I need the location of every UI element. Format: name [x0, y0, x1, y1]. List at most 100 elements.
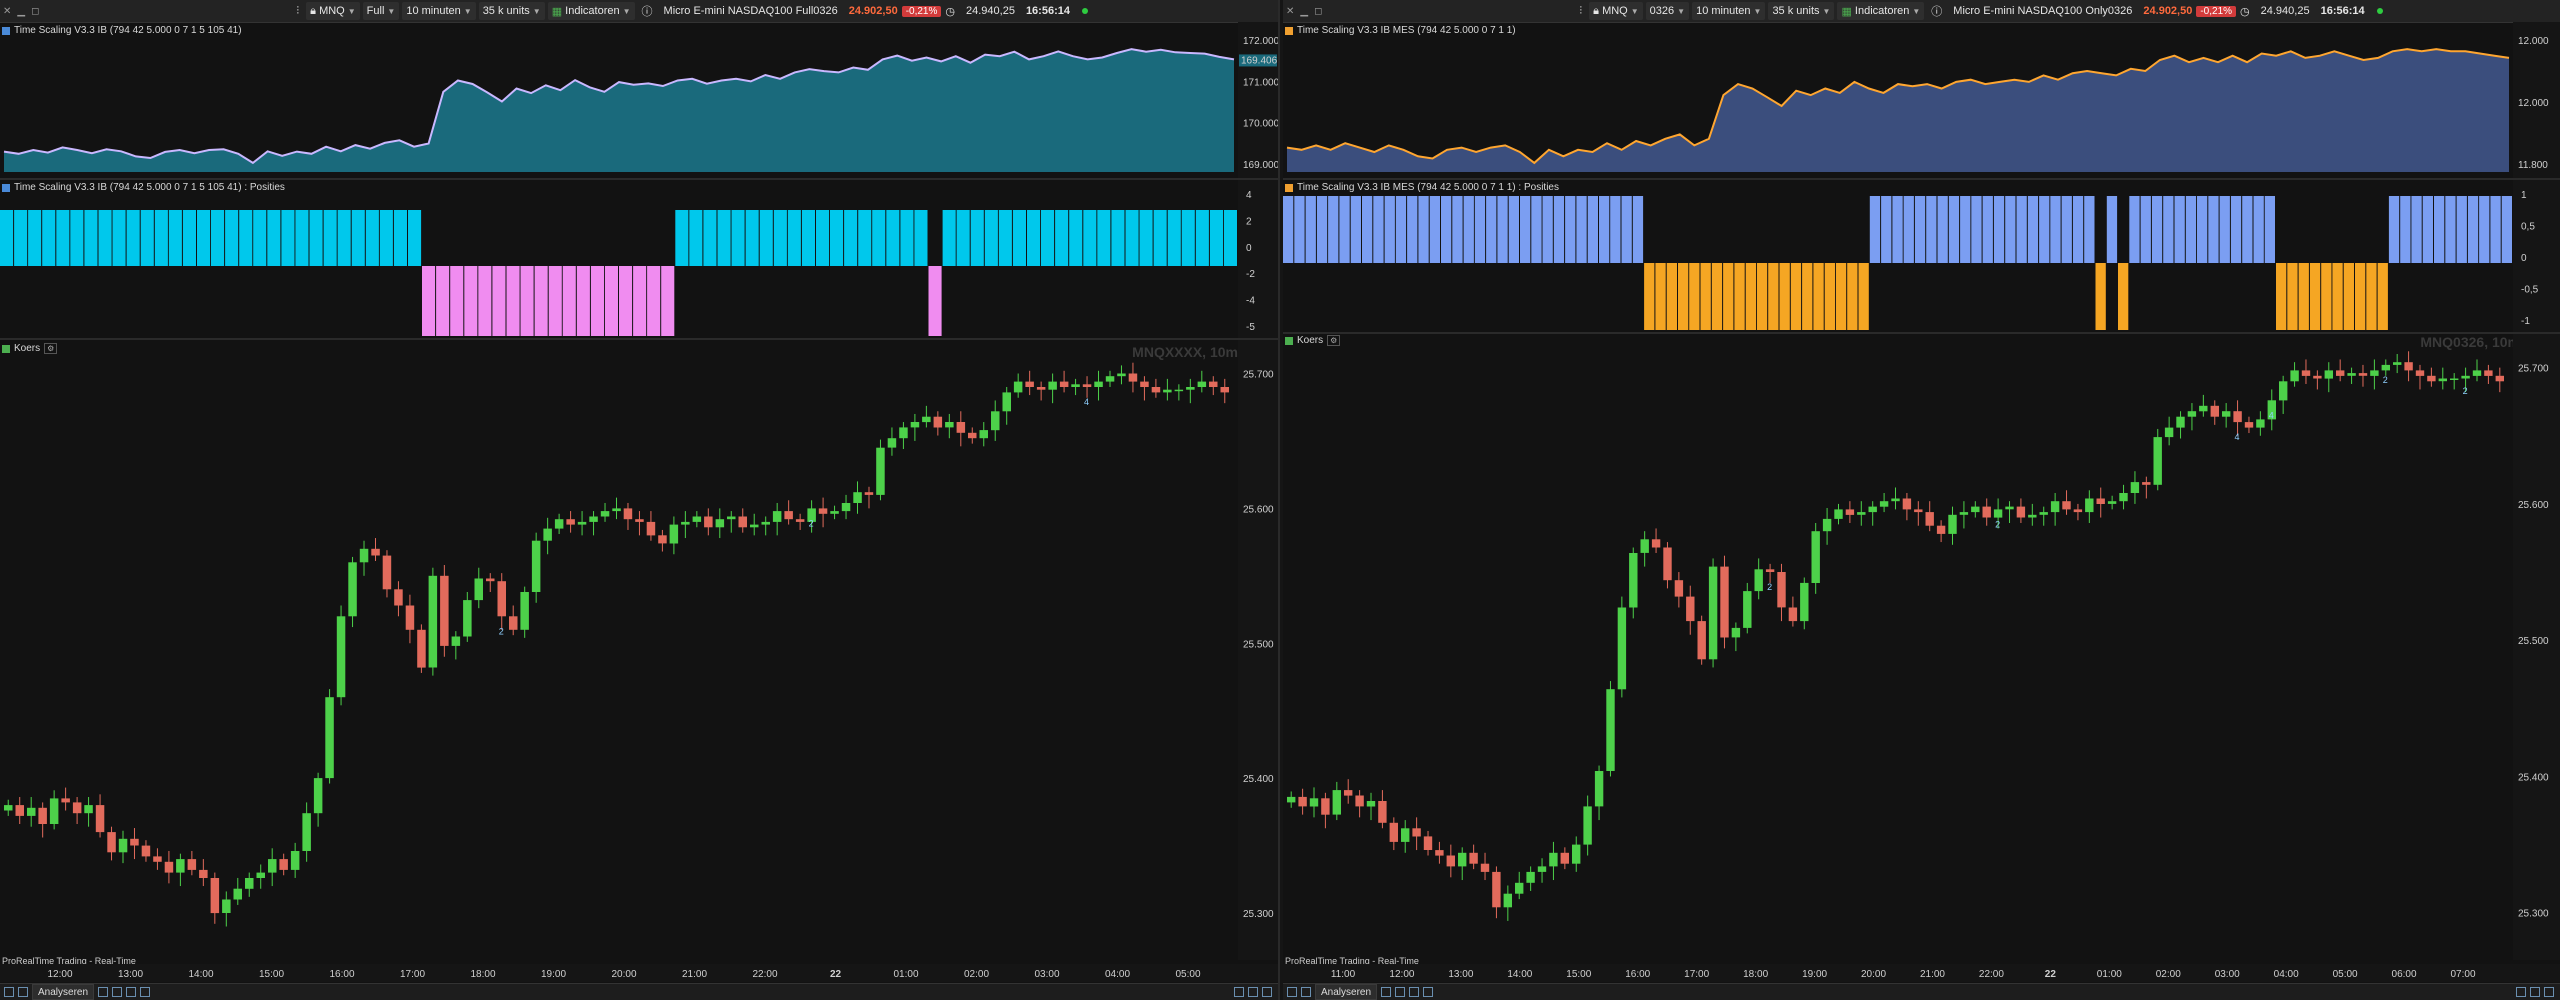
candle	[853, 492, 862, 503]
scroll-right-icon[interactable]	[2544, 987, 2554, 997]
candle	[486, 578, 495, 582]
price-title[interactable]: Koers ⚙	[1285, 335, 1341, 346]
indicator1-area-chart[interactable]: 12.000 12.000 11.800	[1283, 22, 2560, 178]
time-tick-label: 21:00	[682, 969, 707, 980]
candle	[313, 778, 323, 814]
position-bar	[1441, 196, 1452, 263]
contract-dropdown[interactable]: 0326 ▼	[1645, 2, 1690, 20]
indicator2-title[interactable]: Time Scaling V3.3 IB (794 42 5.000 0 7 1…	[2, 182, 285, 193]
tool-icon[interactable]	[140, 987, 151, 997]
zoom-out-icon[interactable]	[1248, 987, 1258, 997]
candle	[2153, 437, 2162, 485]
candle	[589, 516, 598, 522]
time-tick-label: 05:00	[1175, 969, 1200, 980]
position-bar	[717, 210, 731, 266]
chart-type-icon[interactable]: ⫶	[1575, 2, 1586, 20]
position-bar	[1373, 196, 1384, 263]
tool-icon[interactable]	[1409, 987, 1420, 997]
candlestick-chart[interactable]: 2 2 4 25.700 25.600 25.500 25.400 25.300	[0, 340, 1278, 960]
trade-marker[interactable]: 2	[2383, 375, 2388, 385]
zoom-in-icon[interactable]	[1234, 987, 1244, 997]
price-settings-icon[interactable]: ⚙	[44, 343, 58, 354]
minimize-icon[interactable]: ▁	[17, 6, 25, 17]
tool-icon[interactable]	[1381, 987, 1392, 997]
position-bar	[2095, 263, 2106, 330]
trade-marker[interactable]: 2	[1767, 582, 1772, 592]
symbol-dropdown[interactable]: 🔒︎ MNQ ▼	[306, 2, 360, 20]
price-settings-icon[interactable]: ⚙	[1327, 335, 1341, 346]
position-bar	[2276, 263, 2287, 330]
maximize-icon[interactable]: ◻	[1314, 6, 1322, 17]
indicator1-area-chart[interactable]: 172.000 171.000 170.000 169.000 169.406	[0, 22, 1278, 178]
cursor-icon[interactable]	[1287, 987, 1297, 997]
indicator2-title[interactable]: Time Scaling V3.3 IB MES (794 42 5.000 0…	[1285, 182, 1559, 193]
position-bar	[1599, 196, 1610, 263]
zoom-out-icon[interactable]	[2530, 987, 2540, 997]
position-bar	[492, 266, 506, 336]
units-dropdown[interactable]: 35 k units ▼	[478, 2, 545, 20]
close-icon[interactable]: ✕	[1286, 6, 1294, 17]
candle	[1537, 866, 1547, 872]
price-title[interactable]: Koers ⚙	[2, 343, 58, 354]
position-bar	[1993, 196, 2005, 263]
symbol-dropdown[interactable]: 🔒︎ MNQ ▼	[1589, 2, 1643, 20]
info-icon[interactable]: ⓘ	[638, 2, 657, 20]
info-icon[interactable]: ⓘ	[1927, 2, 1946, 20]
candle	[956, 422, 966, 433]
zoom-in-icon[interactable]	[2516, 987, 2526, 997]
candle	[2050, 501, 2060, 513]
candle	[2096, 498, 2105, 504]
position-bar	[1486, 196, 1497, 263]
tool-icon[interactable]	[1423, 987, 1434, 997]
candle	[256, 872, 265, 878]
position-bar	[1167, 210, 1181, 266]
candle	[2107, 501, 2117, 504]
draw-icon[interactable]	[1301, 987, 1311, 997]
minimize-icon[interactable]: ▁	[1300, 6, 1308, 17]
scroll-right-icon[interactable]	[1262, 987, 1272, 997]
analysis-button[interactable]: Analyseren	[32, 984, 95, 1000]
candle	[405, 605, 415, 630]
position-bar	[1869, 196, 1881, 263]
contract-dropdown[interactable]: Full ▼	[362, 2, 400, 20]
indicators-button[interactable]: ▦ Indicatoren ▼	[547, 2, 635, 20]
candlestick-chart[interactable]: 2 2 4 4 2 2 25.700 25.600 25.500 25.400 25.300	[1283, 334, 2560, 960]
trade-marker[interactable]: 4	[2235, 432, 2240, 442]
position-bar	[211, 210, 225, 266]
connection-status-icon	[2376, 8, 2383, 14]
time-tick-label: 02:00	[2156, 969, 2181, 980]
axis-tick-label: 12.000	[2518, 98, 2549, 109]
candle	[1344, 790, 1353, 796]
trade-marker[interactable]: 4	[1084, 397, 1089, 407]
axis-tick-label: 25.600	[2518, 500, 2549, 511]
candle	[2244, 422, 2254, 428]
indicator1-title[interactable]: Time Scaling V3.3 IB MES (794 42 5.000 0…	[1285, 25, 1516, 36]
maximize-icon[interactable]: ◻	[31, 6, 39, 17]
units-dropdown[interactable]: 35 k units ▼	[1768, 2, 1835, 20]
cursor-icon[interactable]	[4, 987, 14, 997]
tool-icon[interactable]	[112, 987, 123, 997]
indicator1-title[interactable]: Time Scaling V3.3 IB (794 42 5.000 0 7 1…	[2, 25, 242, 36]
draw-icon[interactable]	[18, 987, 28, 997]
tool-icon[interactable]	[98, 987, 109, 997]
position-bar	[2321, 263, 2332, 330]
time-axis[interactable]: 11:00 12:00 13:00 14:00 15:00 16:00 17:00 18:00…	[1283, 964, 2560, 982]
trade-marker[interactable]: 2	[499, 626, 504, 636]
tool-icon[interactable]	[1395, 987, 1406, 997]
trade-marker[interactable]: 2	[1995, 519, 2000, 529]
tool-icon[interactable]	[126, 987, 137, 997]
analysis-button[interactable]: Analyseren	[1315, 984, 1378, 1000]
close-icon[interactable]: ✕	[3, 6, 11, 17]
positions-histogram[interactable]: 1 0,5 0 -0,5 -1	[1283, 180, 2560, 332]
indicators-button[interactable]: ▦ Indicatoren ▼	[1837, 2, 1925, 20]
position-bar	[1508, 196, 1519, 263]
timeframe-dropdown[interactable]: 10 minuten ▼	[402, 2, 476, 20]
positions-histogram[interactable]: 4 2 0 -2 -4 -5	[0, 180, 1278, 338]
trade-marker[interactable]: 2	[2463, 386, 2468, 396]
timeframe-dropdown[interactable]: 10 minuten ▼	[1692, 2, 1766, 20]
chart-type-icon[interactable]: ⫶	[292, 2, 303, 20]
trade-marker[interactable]: 2	[809, 518, 814, 528]
time-axis[interactable]: 12:00 13:00 14:00 15:00 16:00 17:00 18:00 19:00…	[0, 964, 1278, 982]
trade-marker[interactable]: 4	[2269, 410, 2274, 420]
axis-tick-label: 25.300	[1243, 909, 1274, 920]
